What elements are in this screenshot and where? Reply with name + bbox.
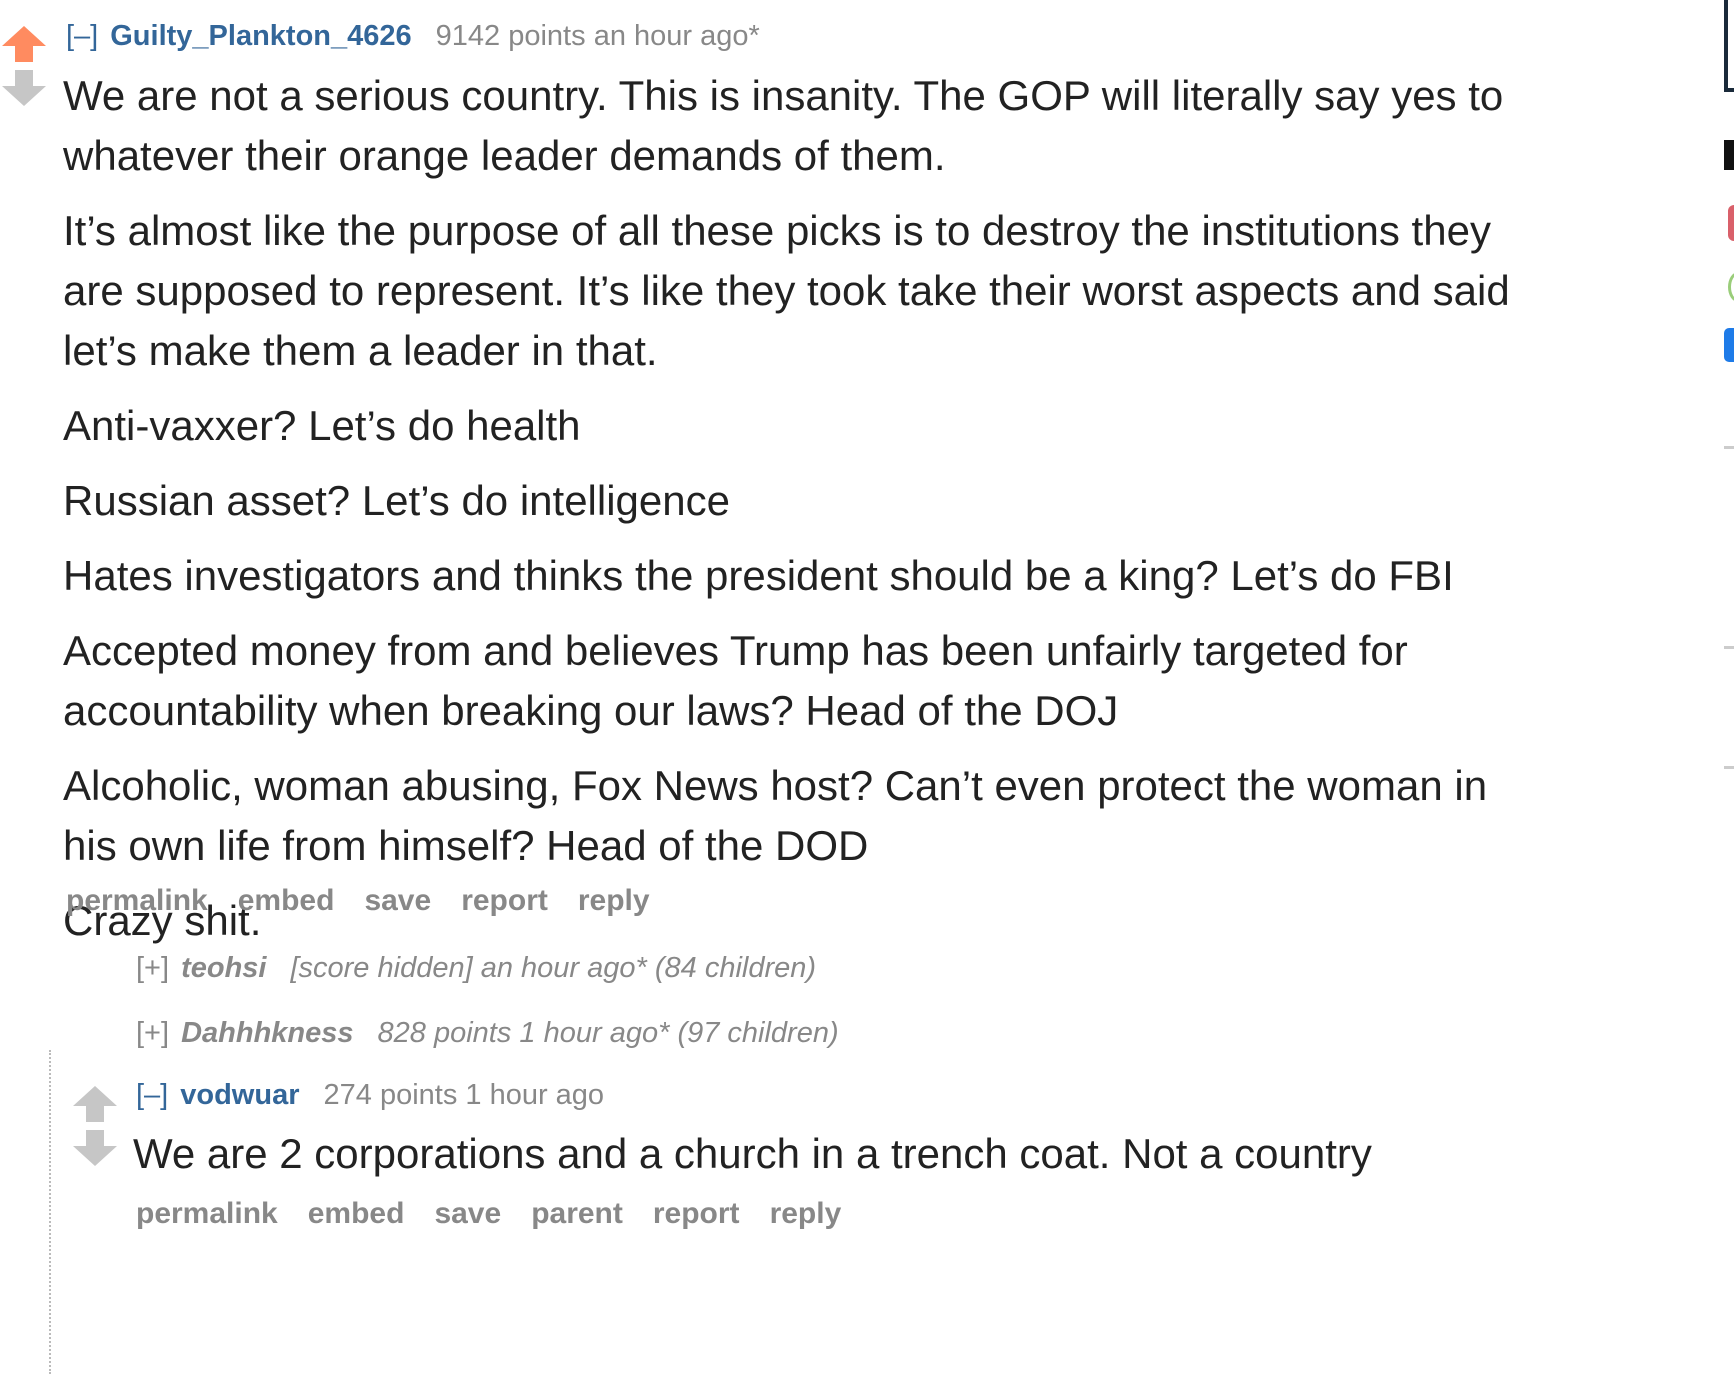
permalink-button[interactable]: permalink bbox=[136, 1197, 278, 1230]
score-text: [score hidden] bbox=[290, 952, 473, 984]
reply-button[interactable]: reply bbox=[770, 1197, 842, 1230]
comment-paragraph: Anti-vaxxer? Let’s do health bbox=[63, 402, 581, 449]
sidebar-divider bbox=[1724, 646, 1734, 649]
comment-paragraph: It’s almost like the purpose of all thes… bbox=[63, 207, 1510, 374]
comment-paragraph: Hates investigators and thinks the presi… bbox=[63, 552, 1454, 599]
sidebar-heading-fragment bbox=[1724, 140, 1734, 170]
downvote-arrow-icon[interactable] bbox=[0, 70, 48, 108]
score-text: 274 points bbox=[323, 1079, 458, 1111]
sidebar-checkbox-fragment[interactable] bbox=[1724, 328, 1734, 362]
embed-button[interactable]: embed bbox=[238, 884, 335, 917]
children-count: (84 children) bbox=[654, 952, 817, 984]
sidebar-button-fragment[interactable] bbox=[1728, 205, 1734, 241]
collapse-toggle[interactable]: [–] bbox=[66, 20, 98, 52]
permalink-button[interactable]: permalink bbox=[66, 884, 208, 917]
comment-tagline: [–] vodwuar 274 points 1 hour ago bbox=[136, 1079, 604, 1112]
author-link[interactable]: Dahhhkness bbox=[181, 1017, 353, 1049]
score-text: 9142 points bbox=[435, 20, 586, 52]
comment-tagline: [+] teohsi [score hidden] an hour ago* (84… bbox=[136, 952, 816, 985]
timestamp[interactable]: 1 hour ago* bbox=[519, 1017, 669, 1049]
children-count: (97 children) bbox=[677, 1017, 839, 1049]
comment-body: We are not a serious country. This is in… bbox=[63, 66, 1543, 966]
save-button[interactable]: save bbox=[434, 1197, 501, 1230]
upvote-arrow-icon[interactable] bbox=[71, 1084, 119, 1122]
collapse-toggle[interactable]: [–] bbox=[136, 1079, 168, 1111]
comment-paragraph: We are not a serious country. This is in… bbox=[63, 72, 1504, 179]
sidebar-box-edge bbox=[1724, 0, 1734, 92]
author-link[interactable]: teohsi bbox=[181, 952, 266, 984]
comment-paragraph: We are 2 corporations and a church in a … bbox=[133, 1130, 1372, 1177]
timestamp[interactable]: an hour ago* bbox=[594, 20, 760, 52]
comment-paragraph: Alcoholic, woman abusing, Fox News host?… bbox=[63, 762, 1488, 869]
author-link[interactable]: Guilty_Plankton_4626 bbox=[110, 20, 411, 52]
author-link[interactable]: vodwuar bbox=[180, 1079, 299, 1111]
report-button[interactable]: report bbox=[653, 1197, 740, 1230]
downvote-arrow-icon[interactable] bbox=[71, 1130, 119, 1168]
comment-buttons: permalink embed save report reply bbox=[66, 884, 680, 918]
upvote-arrow-icon[interactable] bbox=[0, 24, 48, 62]
reply-button[interactable]: reply bbox=[578, 884, 650, 917]
comment-buttons: permalink embed save parent report reply bbox=[136, 1197, 871, 1231]
comment-body: We are 2 corporations and a church in a … bbox=[133, 1124, 1533, 1199]
comment-tagline: [+] Dahhhkness 828 points 1 hour ago* (97 … bbox=[136, 1017, 839, 1050]
save-button[interactable]: save bbox=[364, 884, 431, 917]
report-button[interactable]: report bbox=[461, 884, 548, 917]
expand-toggle[interactable]: [+] bbox=[136, 1017, 169, 1049]
timestamp[interactable]: an hour ago* bbox=[481, 952, 647, 984]
timestamp[interactable]: 1 hour ago bbox=[465, 1079, 604, 1111]
embed-button[interactable]: embed bbox=[308, 1197, 405, 1230]
sidebar-edge bbox=[1718, 0, 1734, 1374]
expand-toggle[interactable]: [+] bbox=[136, 952, 169, 984]
sidebar-divider bbox=[1724, 766, 1734, 769]
sidebar-status-fragment bbox=[1728, 272, 1734, 302]
child-thread-line bbox=[49, 1050, 51, 1374]
comment-paragraph: Russian asset? Let’s do intelligence bbox=[63, 477, 730, 524]
score-text: 828 points bbox=[377, 1017, 512, 1049]
sidebar-divider bbox=[1724, 446, 1734, 449]
parent-button[interactable]: parent bbox=[531, 1197, 623, 1230]
comment-paragraph: Accepted money from and believes Trump h… bbox=[63, 627, 1408, 734]
comment-tagline: [–] Guilty_Plankton_4626 9142 points an ho… bbox=[66, 20, 760, 53]
